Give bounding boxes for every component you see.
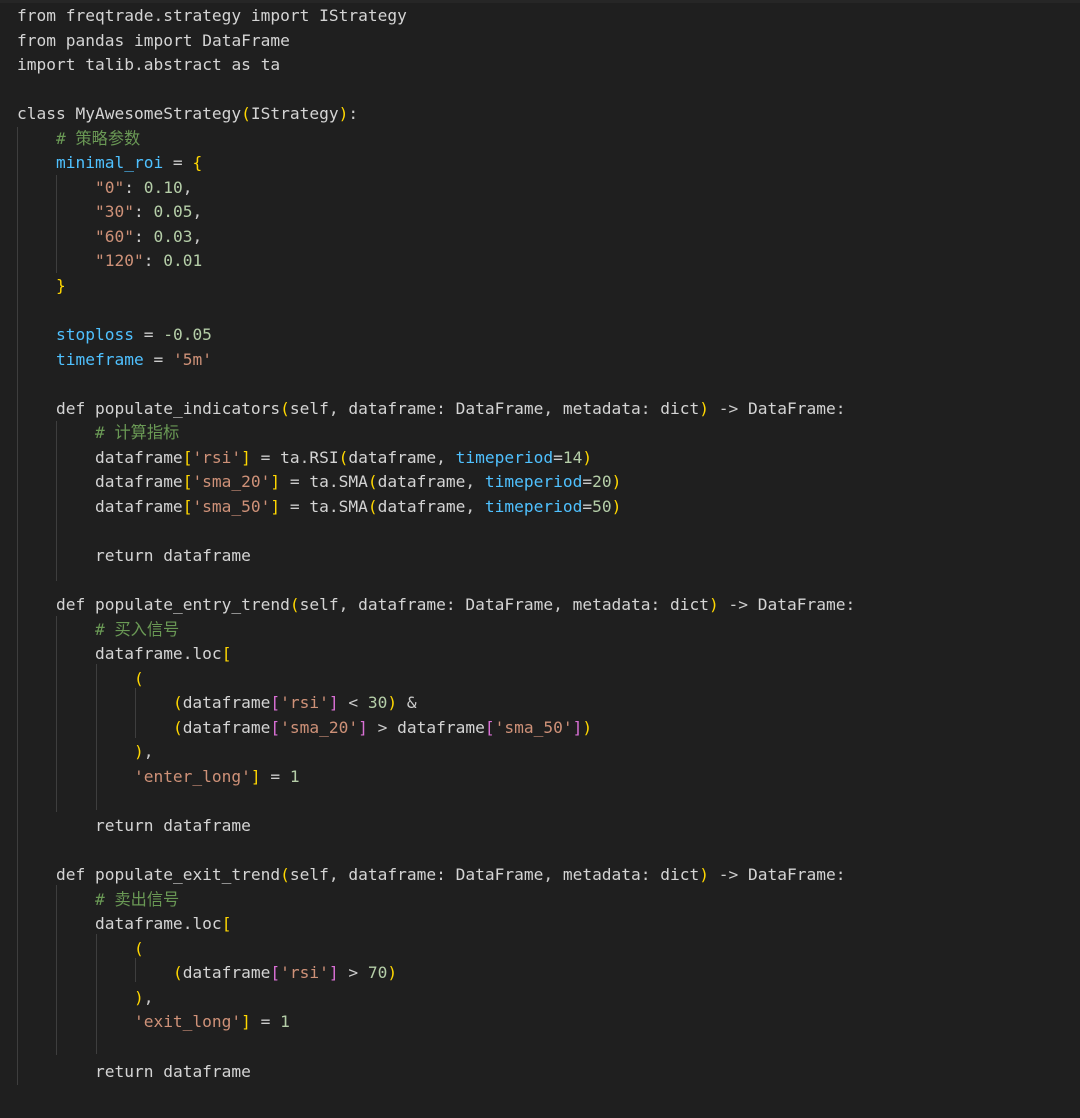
editor-top-border [0, 0, 1080, 3]
code-line[interactable]: def populate_indicators(self, dataframe:… [17, 397, 855, 422]
code-line[interactable] [17, 299, 855, 324]
code-line[interactable]: (dataframe['rsi'] < 30) & [17, 691, 855, 716]
code-line[interactable]: dataframe['rsi'] = ta.RSI(dataframe, tim… [17, 446, 855, 471]
code-line[interactable] [17, 839, 855, 864]
code-line[interactable]: return dataframe [17, 814, 855, 839]
code-line[interactable]: 'exit_long'] = 1 [17, 1010, 855, 1035]
code-line[interactable]: from freqtrade.strategy import IStrategy [17, 4, 855, 29]
code-line[interactable] [17, 78, 855, 103]
code-line[interactable]: def populate_entry_trend(self, dataframe… [17, 593, 855, 618]
code-line[interactable]: # 卖出信号 [17, 888, 855, 913]
code-line[interactable]: # 买入信号 [17, 618, 855, 643]
code-line[interactable]: "30": 0.05, [17, 200, 855, 225]
code-line[interactable]: from pandas import DataFrame [17, 29, 855, 54]
code-line[interactable]: timeframe = '5m' [17, 348, 855, 373]
code-line[interactable]: ), [17, 740, 855, 765]
code-line[interactable]: "60": 0.03, [17, 225, 855, 250]
code-line[interactable]: dataframe['sma_20'] = ta.SMA(dataframe, … [17, 470, 855, 495]
code-editor[interactable]: from freqtrade.strategy import IStrategy… [0, 0, 1080, 1118]
code-line[interactable] [17, 569, 855, 594]
code-line[interactable]: dataframe.loc[ [17, 642, 855, 667]
code-line[interactable]: ), [17, 986, 855, 1011]
code-line[interactable]: } [17, 274, 855, 299]
code-line[interactable]: dataframe.loc[ [17, 912, 855, 937]
code-line[interactable]: "0": 0.10, [17, 176, 855, 201]
code-line[interactable]: minimal_roi = { [17, 151, 855, 176]
code-line[interactable]: 'enter_long'] = 1 [17, 765, 855, 790]
code-line[interactable]: (dataframe['rsi'] > 70) [17, 961, 855, 986]
code-line[interactable]: def populate_exit_trend(self, dataframe:… [17, 863, 855, 888]
code-line[interactable] [17, 1035, 855, 1060]
code-line[interactable]: return dataframe [17, 1060, 855, 1085]
code-line[interactable] [17, 519, 855, 544]
code-content[interactable]: from freqtrade.strategy import IStrategy… [17, 4, 855, 1084]
code-line[interactable] [17, 790, 855, 815]
code-line[interactable]: stoploss = -0.05 [17, 323, 855, 348]
code-line[interactable]: (dataframe['sma_20'] > dataframe['sma_50… [17, 716, 855, 741]
code-line[interactable]: ( [17, 937, 855, 962]
code-line[interactable]: # 策略参数 [17, 127, 855, 152]
code-line[interactable] [17, 372, 855, 397]
code-line[interactable]: class MyAwesomeStrategy(IStrategy): [17, 102, 855, 127]
code-line[interactable]: ( [17, 667, 855, 692]
code-line[interactable]: dataframe['sma_50'] = ta.SMA(dataframe, … [17, 495, 855, 520]
code-line[interactable]: return dataframe [17, 544, 855, 569]
code-line[interactable]: import talib.abstract as ta [17, 53, 855, 78]
code-line[interactable]: # 计算指标 [17, 421, 855, 446]
code-line[interactable]: "120": 0.01 [17, 249, 855, 274]
